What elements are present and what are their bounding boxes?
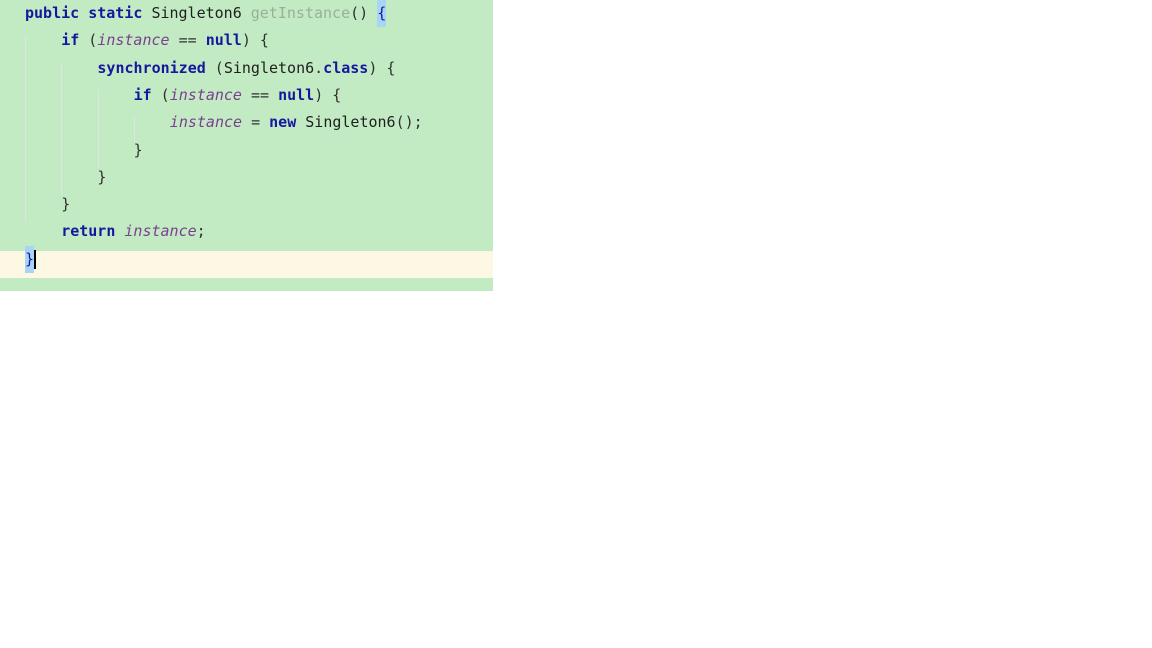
code-token: ; (196, 222, 206, 241)
code-token: ( (151, 85, 170, 104)
code-token-keyword: if (61, 31, 80, 50)
code-token-keyword: synchronized (97, 58, 206, 77)
screenshot-canvas: public static Singleton6 getInstance() {… (0, 0, 1152, 648)
code-line[interactable]: return instance; (0, 218, 493, 245)
text-caret (34, 249, 37, 269)
code-token: } (97, 167, 107, 186)
code-token: ) { (368, 58, 396, 77)
code-token: ( (205, 58, 224, 77)
code-token: ) { (241, 31, 269, 50)
code-token-decl: getInstance (250, 4, 351, 22)
code-token: (); (395, 113, 423, 132)
code-line[interactable]: if (instance == null) { (0, 27, 493, 54)
brace-match-highlight: { (377, 0, 387, 28)
code-line[interactable]: } (0, 191, 493, 218)
code-token: ) { (314, 85, 342, 104)
code-token-field: instance (97, 31, 170, 50)
code-token-keyword: null (205, 31, 242, 50)
code-token: ( (79, 31, 98, 50)
code-line[interactable]: } (0, 137, 493, 164)
code-token-field: instance (169, 113, 243, 132)
code-token-keyword: null (278, 85, 315, 104)
code-token: () (350, 4, 369, 22)
code-token: == (241, 85, 279, 104)
code-token-keyword: new (269, 113, 297, 132)
code-line[interactable]: } (0, 164, 493, 191)
code-token-keyword: if (133, 85, 152, 104)
code-token-keyword: static (88, 4, 143, 22)
code-token: . (314, 58, 324, 77)
brace-match-highlight: } (25, 245, 35, 273)
code-token-keyword: class (323, 58, 369, 77)
code-line[interactable]: synchronized (Singleton6. class) { (0, 55, 493, 82)
code-token-keyword: return (61, 222, 116, 241)
code-token-field: instance (124, 222, 197, 241)
code-token: = (242, 113, 270, 132)
code-line[interactable]: if (instance == null) { (0, 82, 493, 109)
code-token-keyword: public (25, 4, 80, 22)
code-token: == (169, 31, 206, 50)
code-token-field: instance (169, 85, 242, 104)
code-line[interactable]: } (0, 245, 493, 273)
code-token-type: Singleton6 (151, 4, 242, 22)
code-token-type: Singleton6 (305, 113, 396, 132)
code-editor[interactable]: public static Singleton6 getInstance() {… (0, 0, 493, 291)
code-line[interactable]: public static Singleton6 getInstance() { (0, 0, 493, 28)
code-token-type: Singleton6 (223, 58, 315, 77)
code-line[interactable]: instance = new Singleton6 (); (0, 109, 493, 136)
code-token: } (61, 195, 71, 214)
code-token: } (133, 140, 143, 159)
